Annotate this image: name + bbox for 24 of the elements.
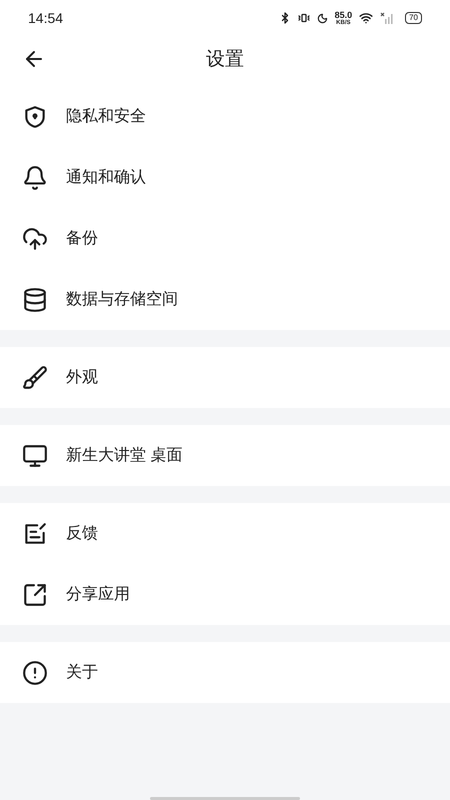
status-time: 14:54 [28,8,64,28]
database-icon [22,286,48,312]
cloud-upload-icon [22,226,48,252]
info-icon [22,660,48,686]
settings-item[interactable]: 隐私和安全 [0,86,450,147]
network-speed: 85.0 [334,10,352,20]
settings-item[interactable]: 关于 [0,642,450,703]
brush-icon [22,364,48,390]
wifi-icon [359,11,374,25]
signal-icon [380,12,394,24]
settings-item[interactable]: 外观 [0,347,450,408]
vibrate-icon [298,12,310,24]
settings-item[interactable]: 备份 [0,208,450,269]
page-title: 设置 [206,48,244,72]
bell-icon [22,164,48,190]
settings-item[interactable]: 新生大讲堂 桌面 [0,425,450,486]
settings-item[interactable]: 分享应用 [0,564,450,625]
moon-icon [316,12,328,24]
battery-indicator: 70 [405,12,422,24]
monitor-icon [22,442,48,468]
settings-item[interactable]: 数据与存储空间 [0,269,450,330]
settings-item[interactable]: 反馈 [0,503,450,564]
share-icon [22,582,48,608]
settings-item[interactable]: 通知和确认 [0,147,450,208]
